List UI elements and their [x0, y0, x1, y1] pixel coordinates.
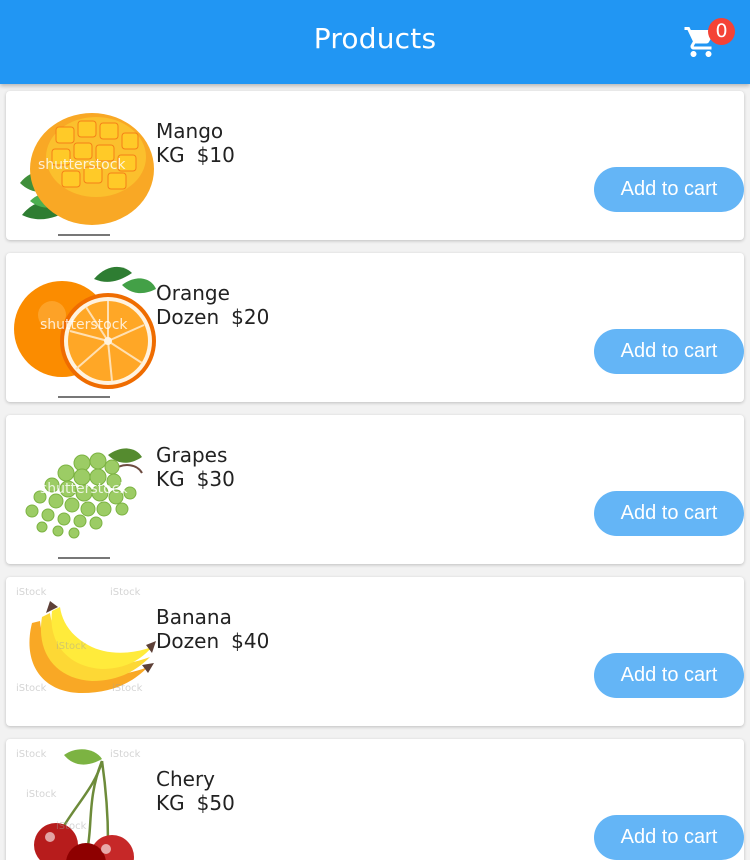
svg-text:iStock: iStock: [26, 789, 57, 800]
product-card-orange: shutterstock Orange Dozen $20 Add to cart: [6, 253, 744, 402]
add-to-cart-button[interactable]: Add to cart: [594, 167, 744, 212]
svg-text:iStock: iStock: [16, 683, 47, 694]
product-unit: KG: [156, 467, 185, 491]
svg-text:shutterstock: shutterstock: [40, 481, 128, 497]
product-card-banana: iStock iStock iStock iStock iStock Banana D…: [6, 577, 744, 726]
add-to-cart-button[interactable]: Add to cart: [594, 329, 744, 374]
svg-text:iStock: iStock: [56, 821, 87, 832]
orange-image: shutterstock: [14, 266, 156, 398]
add-to-cart-button[interactable]: Add to cart: [594, 653, 744, 698]
product-unit-price: KG $30: [156, 467, 235, 491]
add-to-cart-button[interactable]: Add to cart: [594, 815, 744, 860]
svg-text:iStock: iStock: [110, 587, 141, 598]
app-bar: Products 0: [0, 0, 750, 84]
product-unit-price: KG $10: [156, 143, 235, 167]
svg-text:iStock: iStock: [112, 683, 143, 694]
svg-text:iStock: iStock: [110, 749, 141, 760]
product-price: $40: [231, 629, 270, 653]
svg-text:iStock: iStock: [16, 749, 47, 760]
page-title: Products: [313, 22, 437, 55]
product-list[interactable]: shutterstock Mango KG $10 Add to cart sh…: [0, 84, 750, 860]
product-unit: KG: [156, 791, 185, 815]
svg-text:shutterstock: shutterstock: [40, 317, 128, 333]
product-name: Orange: [156, 281, 230, 305]
product-unit-price: KG $50: [156, 791, 235, 815]
product-price: $20: [231, 305, 270, 329]
product-unit-price: Dozen $40: [156, 629, 269, 653]
svg-text:iStock: iStock: [56, 641, 87, 652]
cart-count-badge: 0: [708, 18, 735, 45]
product-unit: KG: [156, 143, 185, 167]
svg-text:shutterstock: shutterstock: [38, 157, 126, 173]
product-card-chery: iStockiStock iStockiStockiStock Chery KG…: [6, 739, 744, 860]
product-unit-price: Dozen $20: [156, 305, 269, 329]
product-price: $30: [196, 467, 235, 491]
product-name: Mango: [156, 119, 224, 143]
cart-button[interactable]: 0: [680, 18, 740, 68]
product-price: $10: [196, 143, 235, 167]
product-name: Grapes: [156, 443, 228, 467]
cherry-image: iStockiStock iStockiStockiStock: [16, 749, 141, 860]
add-to-cart-button[interactable]: Add to cart: [594, 491, 744, 536]
banana-image: iStock iStock iStock iStock iStock: [16, 587, 156, 694]
product-card-mango: shutterstock Mango KG $10 Add to cart: [6, 91, 744, 240]
product-unit: Dozen: [156, 629, 220, 653]
grapes-image: shutterstock: [25, 448, 143, 559]
mango-image: shutterstock: [20, 113, 154, 236]
svg-text:iStock: iStock: [16, 587, 47, 598]
product-unit: Dozen: [156, 305, 220, 329]
product-card-grapes: shutterstock Grapes KG $30 Add to cart: [6, 415, 744, 564]
product-name: Chery: [156, 767, 216, 791]
product-name: Banana: [156, 605, 232, 629]
product-price: $50: [196, 791, 235, 815]
